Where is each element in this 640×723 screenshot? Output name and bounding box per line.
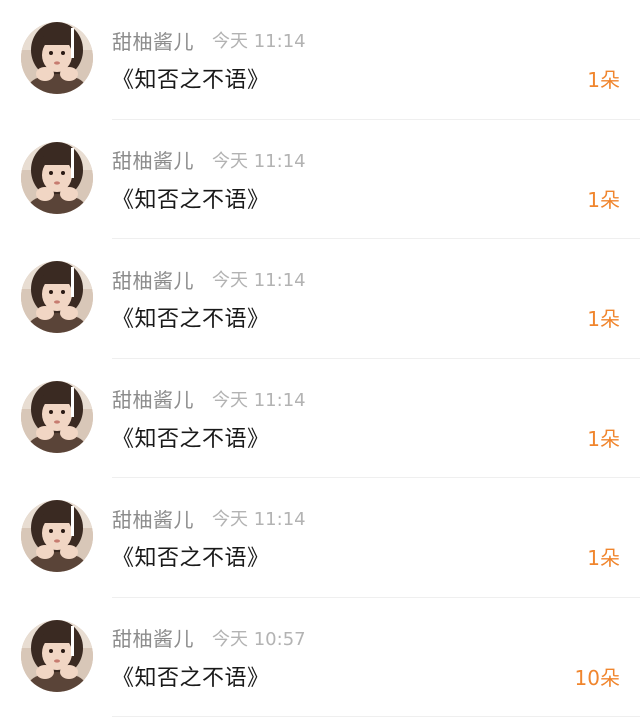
avatar[interactable] [21,261,93,333]
message-text: 《知否之不语》 [112,665,270,691]
message-text: 《知否之不语》 [112,68,270,93]
avatar-photo-icon [21,22,93,94]
list-item[interactable]: 甜柚酱儿 今天 10:57 《知否之不语》 10朵 [0,598,640,717]
gift-count: 1朵 [587,307,620,331]
gift-message-list: 甜柚酱儿 今天 11:14 《知否之不语》 1朵 甜柚酱儿 今天 11:14 《… [0,0,640,723]
avatar-photo-icon [21,141,93,214]
gift-count: 10朵 [574,665,620,690]
avatar[interactable] [21,380,93,453]
message-text: 《知否之不语》 [112,546,270,571]
username[interactable]: 甜柚酱儿 [112,26,194,55]
username[interactable]: 甜柚酱儿 [112,145,194,174]
list-item[interactable]: 甜柚酱儿 今天 11:14 《知否之不语》 1朵 [0,239,640,359]
avatar[interactable] [21,22,93,94]
timestamp: 今天 11:14 [212,389,306,411]
message-text: 《知否之不语》 [112,426,270,452]
timestamp: 今天 11:14 [212,509,306,530]
avatar-photo-icon [21,380,93,453]
username[interactable]: 甜柚酱儿 [112,504,194,533]
username[interactable]: 甜柚酱儿 [112,265,194,294]
list-item[interactable]: 甜柚酱儿 今天 11:14 《知否之不语》 1朵 [0,359,640,478]
timestamp: 今天 11:14 [212,270,306,291]
timestamp: 今天 11:14 [212,150,306,172]
list-item[interactable]: 甜柚酱儿 今天 11:14 《知否之不语》 1朵 [0,120,640,239]
avatar[interactable] [21,141,93,214]
username[interactable]: 甜柚酱儿 [112,384,194,413]
avatar-photo-icon [21,619,93,692]
avatar[interactable] [21,500,93,572]
message-text: 《知否之不语》 [112,187,270,213]
username[interactable]: 甜柚酱儿 [112,623,194,652]
gift-count: 1朵 [587,68,620,92]
gift-count: 1朵 [587,546,620,570]
timestamp: 今天 10:57 [212,628,306,650]
list-item[interactable]: 甜柚酱儿 今天 11:14 《知否之不语》 1朵 [0,0,640,120]
avatar-photo-icon [21,261,93,333]
avatar-photo-icon [21,500,93,572]
gift-count: 1朵 [587,426,620,451]
avatar[interactable] [21,619,93,692]
message-text: 《知否之不语》 [112,307,270,332]
timestamp: 今天 11:14 [212,31,306,52]
divider [112,716,640,717]
gift-count: 1朵 [587,187,620,212]
list-item[interactable]: 甜柚酱儿 今天 11:14 《知否之不语》 1朵 [0,478,640,598]
